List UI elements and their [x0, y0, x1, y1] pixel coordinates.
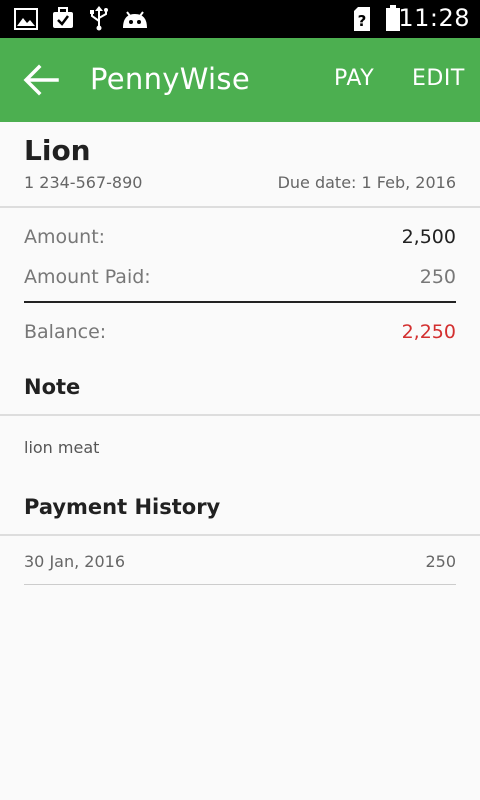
back-button[interactable] [18, 58, 64, 102]
bill-name: Lion [24, 134, 91, 167]
sim-unknown-icon: ? [354, 7, 370, 31]
note-text: lion meat [24, 438, 100, 457]
amount-label: Amount: [24, 226, 106, 248]
payment-amount: 250 [425, 552, 456, 571]
amount-paid-label: Amount Paid: [24, 266, 151, 288]
payment-history-title: Payment History [24, 495, 221, 519]
balance-value: 2,250 [401, 321, 456, 343]
balance-label: Balance: [24, 321, 107, 343]
status-bar: ? 11:28 [0, 0, 480, 38]
status-time: 11:28 [398, 4, 470, 32]
amount-value: 2,500 [401, 226, 456, 248]
note-title: Note [24, 375, 81, 399]
list-divider [24, 584, 456, 585]
android-icon [123, 11, 147, 28]
bill-details: Lion 1 234-567-890 Due date: 1 Feb, 2016… [0, 122, 480, 800]
pay-button[interactable]: PAY [334, 66, 374, 91]
edit-button[interactable]: EDIT [412, 66, 465, 91]
app-bar: PennyWise PAY EDIT [0, 38, 480, 122]
summary-divider [24, 301, 456, 303]
app-title: PennyWise [90, 62, 250, 96]
gallery-icon [14, 8, 38, 30]
bill-due-date: Due date: 1 Feb, 2016 [277, 173, 456, 192]
payment-date: 30 Jan, 2016 [24, 552, 125, 571]
usb-icon [90, 6, 108, 31]
arrow-back-icon [23, 64, 59, 96]
briefcase-check-icon [53, 7, 73, 28]
divider [0, 414, 480, 416]
amount-paid-value: 250 [419, 266, 456, 288]
svg-text:?: ? [358, 12, 367, 30]
divider [0, 534, 480, 536]
bill-phone: 1 234-567-890 [24, 173, 143, 192]
divider [0, 206, 480, 208]
